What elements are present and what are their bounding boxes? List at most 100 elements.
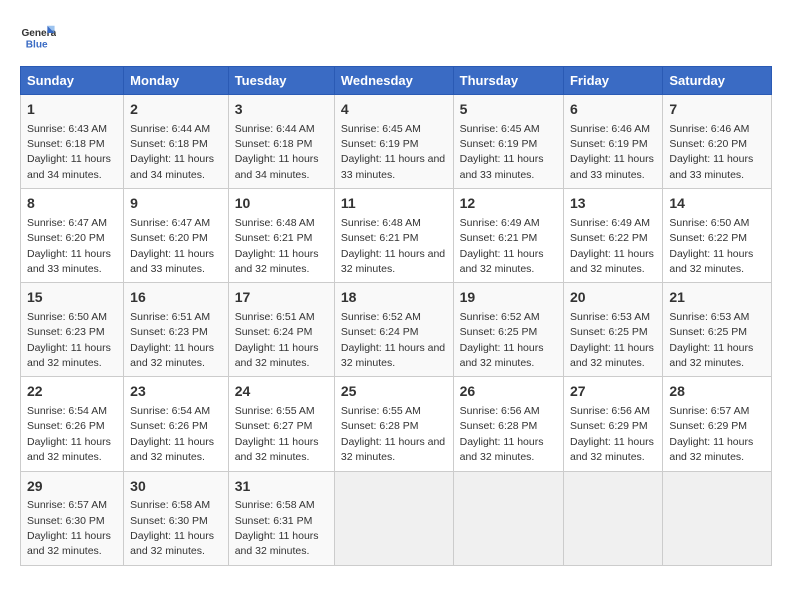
- calendar-cell: 18 Sunrise: 6:52 AMSunset: 6:24 PMDayligh…: [334, 283, 453, 377]
- day-info: Sunrise: 6:53 AMSunset: 6:25 PMDaylight:…: [570, 311, 654, 369]
- calendar-header: Sunday Monday Tuesday Wednesday Thursday…: [21, 67, 772, 95]
- day-info: Sunrise: 6:48 AMSunset: 6:21 PMDaylight:…: [341, 217, 445, 275]
- day-number: 2: [130, 100, 222, 120]
- day-number: 29: [27, 477, 117, 497]
- calendar-cell: 8 Sunrise: 6:47 AMSunset: 6:20 PMDaylight…: [21, 189, 124, 283]
- day-number: 19: [460, 288, 557, 308]
- day-info: Sunrise: 6:52 AMSunset: 6:25 PMDaylight:…: [460, 311, 544, 369]
- day-number: 1: [27, 100, 117, 120]
- day-info: Sunrise: 6:47 AMSunset: 6:20 PMDaylight:…: [130, 217, 214, 275]
- calendar-cell: 11 Sunrise: 6:48 AMSunset: 6:21 PMDayligh…: [334, 189, 453, 283]
- day-number: 23: [130, 382, 222, 402]
- col-wednesday: Wednesday: [334, 67, 453, 95]
- col-sunday: Sunday: [21, 67, 124, 95]
- calendar-cell: [563, 471, 662, 565]
- day-number: 10: [235, 194, 328, 214]
- day-number: 9: [130, 194, 222, 214]
- calendar-cell: [334, 471, 453, 565]
- calendar-cell: 15 Sunrise: 6:50 AMSunset: 6:23 PMDayligh…: [21, 283, 124, 377]
- day-number: 18: [341, 288, 447, 308]
- calendar-cell: 27Sunrise: 6:56 AMSunset: 6:29 PMDayligh…: [563, 377, 662, 471]
- day-number: 8: [27, 194, 117, 214]
- day-number: 28: [669, 382, 765, 402]
- calendar-cell: 24 Sunrise: 6:55 AMSunset: 6:27 PMDayligh…: [228, 377, 334, 471]
- day-number: 30: [130, 477, 222, 497]
- day-info: Sunrise: 6:52 AMSunset: 6:24 PMDaylight:…: [341, 311, 445, 369]
- day-number: 17: [235, 288, 328, 308]
- day-number: 15: [27, 288, 117, 308]
- day-info: Sunrise: 6:53 AMSunset: 6:25 PMDaylight:…: [669, 311, 753, 369]
- day-info: Sunrise: 6:51 AMSunset: 6:23 PMDaylight:…: [130, 311, 214, 369]
- day-info: Sunrise: 6:55 AMSunset: 6:28 PMDaylight:…: [341, 405, 445, 463]
- calendar-cell: 31Sunrise: 6:58 AMSunset: 6:31 PMDayligh…: [228, 471, 334, 565]
- calendar-cell: 9 Sunrise: 6:47 AMSunset: 6:20 PMDaylight…: [124, 189, 229, 283]
- calendar-week-row: 15 Sunrise: 6:50 AMSunset: 6:23 PMDayligh…: [21, 283, 772, 377]
- day-info: Sunrise: 6:44 AMSunset: 6:18 PMDaylight:…: [130, 123, 214, 181]
- calendar-cell: 19 Sunrise: 6:52 AMSunset: 6:25 PMDayligh…: [453, 283, 563, 377]
- day-info: Sunrise: 6:56 AMSunset: 6:29 PMDaylight:…: [570, 405, 654, 463]
- calendar-cell: 1 Sunrise: 6:43 AMSunset: 6:18 PMDaylight…: [21, 95, 124, 189]
- day-number: 11: [341, 194, 447, 214]
- calendar-cell: 29Sunrise: 6:57 AMSunset: 6:30 PMDayligh…: [21, 471, 124, 565]
- day-info: Sunrise: 6:50 AMSunset: 6:23 PMDaylight:…: [27, 311, 111, 369]
- logo: General Blue: [20, 20, 60, 56]
- day-number: 25: [341, 382, 447, 402]
- day-info: Sunrise: 6:54 AMSunset: 6:26 PMDaylight:…: [130, 405, 214, 463]
- day-number: 16: [130, 288, 222, 308]
- day-number: 31: [235, 477, 328, 497]
- logo-icon: General Blue: [20, 20, 56, 56]
- day-info: Sunrise: 6:46 AMSunset: 6:20 PMDaylight:…: [669, 123, 753, 181]
- day-info: Sunrise: 6:45 AMSunset: 6:19 PMDaylight:…: [460, 123, 544, 181]
- day-info: Sunrise: 6:58 AMSunset: 6:31 PMDaylight:…: [235, 499, 319, 557]
- day-number: 6: [570, 100, 656, 120]
- calendar-cell: 12 Sunrise: 6:49 AMSunset: 6:21 PMDayligh…: [453, 189, 563, 283]
- calendar-cell: 25 Sunrise: 6:55 AMSunset: 6:28 PMDayligh…: [334, 377, 453, 471]
- day-info: Sunrise: 6:56 AMSunset: 6:28 PMDaylight:…: [460, 405, 544, 463]
- col-tuesday: Tuesday: [228, 67, 334, 95]
- col-friday: Friday: [563, 67, 662, 95]
- day-number: 13: [570, 194, 656, 214]
- day-info: Sunrise: 6:50 AMSunset: 6:22 PMDaylight:…: [669, 217, 753, 275]
- col-saturday: Saturday: [663, 67, 772, 95]
- calendar-cell: 2 Sunrise: 6:44 AMSunset: 6:18 PMDaylight…: [124, 95, 229, 189]
- day-info: Sunrise: 6:44 AMSunset: 6:18 PMDaylight:…: [235, 123, 319, 181]
- day-info: Sunrise: 6:49 AMSunset: 6:21 PMDaylight:…: [460, 217, 544, 275]
- calendar-cell: 10 Sunrise: 6:48 AMSunset: 6:21 PMDayligh…: [228, 189, 334, 283]
- day-number: 20: [570, 288, 656, 308]
- col-monday: Monday: [124, 67, 229, 95]
- calendar-cell: 13 Sunrise: 6:49 AMSunset: 6:22 PMDayligh…: [563, 189, 662, 283]
- day-number: 24: [235, 382, 328, 402]
- calendar-cell: 6 Sunrise: 6:46 AMSunset: 6:19 PMDaylight…: [563, 95, 662, 189]
- day-info: Sunrise: 6:51 AMSunset: 6:24 PMDaylight:…: [235, 311, 319, 369]
- calendar-body: 1 Sunrise: 6:43 AMSunset: 6:18 PMDaylight…: [21, 95, 772, 566]
- calendar-week-row: 22Sunrise: 6:54 AMSunset: 6:26 PMDayligh…: [21, 377, 772, 471]
- day-info: Sunrise: 6:55 AMSunset: 6:27 PMDaylight:…: [235, 405, 319, 463]
- day-info: Sunrise: 6:57 AMSunset: 6:30 PMDaylight:…: [27, 499, 111, 557]
- calendar-cell: 5 Sunrise: 6:45 AMSunset: 6:19 PMDaylight…: [453, 95, 563, 189]
- day-number: 21: [669, 288, 765, 308]
- day-info: Sunrise: 6:57 AMSunset: 6:29 PMDaylight:…: [669, 405, 753, 463]
- calendar-cell: 14Sunrise: 6:50 AMSunset: 6:22 PMDayligh…: [663, 189, 772, 283]
- calendar-cell: 17 Sunrise: 6:51 AMSunset: 6:24 PMDayligh…: [228, 283, 334, 377]
- day-number: 7: [669, 100, 765, 120]
- day-info: Sunrise: 6:47 AMSunset: 6:20 PMDaylight:…: [27, 217, 111, 275]
- calendar-cell: 23 Sunrise: 6:54 AMSunset: 6:26 PMDayligh…: [124, 377, 229, 471]
- day-info: Sunrise: 6:43 AMSunset: 6:18 PMDaylight:…: [27, 123, 111, 181]
- calendar-week-row: 1 Sunrise: 6:43 AMSunset: 6:18 PMDaylight…: [21, 95, 772, 189]
- day-number: 12: [460, 194, 557, 214]
- day-info: Sunrise: 6:49 AMSunset: 6:22 PMDaylight:…: [570, 217, 654, 275]
- col-thursday: Thursday: [453, 67, 563, 95]
- calendar-cell: [453, 471, 563, 565]
- day-info: Sunrise: 6:46 AMSunset: 6:19 PMDaylight:…: [570, 123, 654, 181]
- day-number: 4: [341, 100, 447, 120]
- calendar-cell: [663, 471, 772, 565]
- day-number: 3: [235, 100, 328, 120]
- calendar-cell: 3 Sunrise: 6:44 AMSunset: 6:18 PMDaylight…: [228, 95, 334, 189]
- day-number: 5: [460, 100, 557, 120]
- page-header: General Blue: [20, 20, 772, 56]
- calendar-cell: 22Sunrise: 6:54 AMSunset: 6:26 PMDayligh…: [21, 377, 124, 471]
- day-info: Sunrise: 6:58 AMSunset: 6:30 PMDaylight:…: [130, 499, 214, 557]
- calendar-cell: 28 Sunrise: 6:57 AMSunset: 6:29 PMDayligh…: [663, 377, 772, 471]
- day-info: Sunrise: 6:48 AMSunset: 6:21 PMDaylight:…: [235, 217, 319, 275]
- day-info: Sunrise: 6:54 AMSunset: 6:26 PMDaylight:…: [27, 405, 111, 463]
